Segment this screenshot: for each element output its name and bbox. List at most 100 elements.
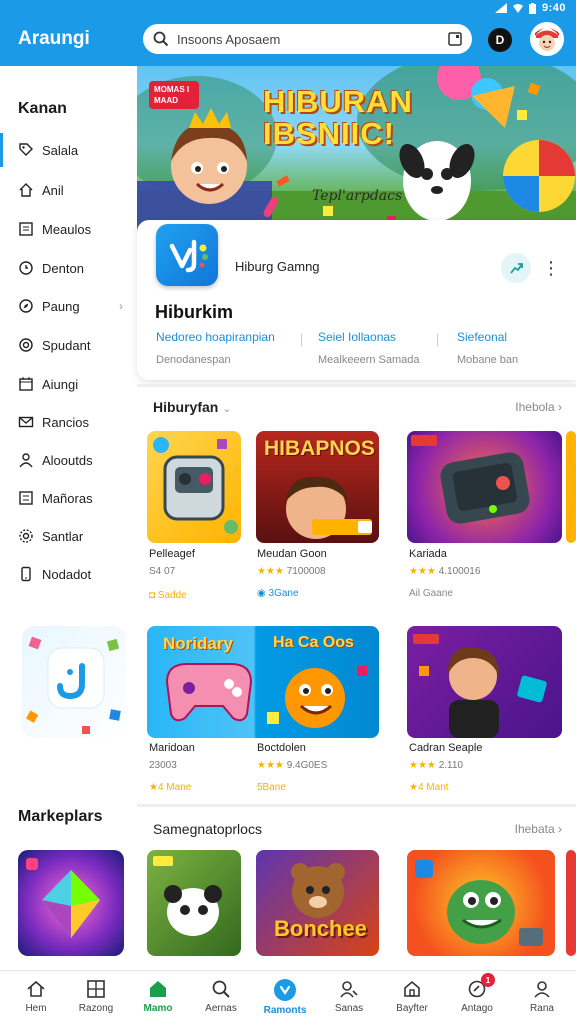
sidebar-item-anil[interactable]: Anil xyxy=(0,173,137,207)
nav-item-sanas[interactable]: Sanas xyxy=(317,971,381,1024)
rating-count: 7100008 xyxy=(286,566,326,577)
sidebar-item-label: Aiungi xyxy=(42,376,79,392)
section-title-text: Hiburyfan xyxy=(153,399,219,415)
banner-title-line1: HIBURAN xyxy=(263,84,413,119)
nav-label: Aernas xyxy=(205,1003,237,1014)
game-tile-controller[interactable] xyxy=(147,431,241,543)
card-column-3[interactable]: Siefeonal Mobane ban xyxy=(457,330,518,366)
badge-text: 3Gane xyxy=(268,588,299,599)
section-title[interactable]: Hiburyfan ⌄ xyxy=(153,399,231,415)
nav-item-bayfter[interactable]: Bayfter xyxy=(380,971,444,1024)
sidebar-item-spudant[interactable]: Spudant xyxy=(0,328,137,362)
more-options-icon[interactable]: ⋮ xyxy=(541,255,561,281)
card-column-2[interactable]: Seiel Iollaonas Mealkeeern Samada xyxy=(318,330,420,366)
notification-badge: 1 xyxy=(481,973,495,987)
game-tile-pair[interactable]: Noridary Ha Ca Oos xyxy=(147,626,379,738)
wifi-icon xyxy=(512,4,523,13)
chevron-right-icon: › xyxy=(558,400,562,414)
game-title[interactable]: Pelleagef xyxy=(149,548,195,560)
user-icon xyxy=(18,452,34,468)
sidebar-item-aiungi[interactable]: Aiungi xyxy=(0,367,137,401)
sidebar-item-rancios[interactable]: Rancios xyxy=(0,405,137,439)
sidebar-item-meaulos[interactable]: Meaulos xyxy=(0,212,137,246)
sidebar-header: Kanan xyxy=(18,100,67,117)
banner-title-line2: IBSNIIC! xyxy=(263,116,395,151)
game-meta: ★★★ 2.110 xyxy=(409,760,463,771)
card-column-1[interactable]: Nedoreo hoapiranpian Denodanespan xyxy=(156,330,275,366)
nav-label: Mamo xyxy=(143,1003,173,1014)
game-tile-partial[interactable] xyxy=(566,431,576,543)
list-icon xyxy=(18,221,34,237)
nav-item-antago[interactable]: 1 Antago xyxy=(445,971,509,1024)
sidebar-item-label: Nodadot xyxy=(42,566,92,582)
sidebar-item-nodadot[interactable]: Nodadot xyxy=(0,557,137,591)
game-tile-dino[interactable] xyxy=(407,850,555,956)
card-link[interactable]: Nedoreo hoapiranpian xyxy=(156,330,275,344)
sidebar-item-denton[interactable]: Denton xyxy=(0,251,137,285)
settings-icon xyxy=(18,528,34,544)
game-tile-hibapnos[interactable]: HIBAPNOS xyxy=(256,431,379,543)
sidebar-item-santlar[interactable]: Santlar xyxy=(0,519,137,553)
avatar[interactable] xyxy=(530,22,564,56)
game-tile-console[interactable] xyxy=(407,431,562,543)
see-more-link[interactable]: Ihebata › xyxy=(515,822,562,836)
tag-icon xyxy=(18,142,34,158)
app-icon[interactable] xyxy=(156,224,218,286)
coin-icon: ◘ xyxy=(149,590,158,601)
section-divider xyxy=(137,384,576,387)
see-more-link[interactable]: Ihebola › xyxy=(515,400,562,414)
sidebar-item-paung[interactable]: Paung › xyxy=(0,289,137,323)
rating-stars: ★★★ xyxy=(409,566,436,577)
dino-art-icon xyxy=(415,860,543,946)
sidebar-item-label: Denton xyxy=(42,260,84,276)
game-title[interactable]: Maridoan xyxy=(149,742,195,754)
card-link[interactable]: Siefeonal xyxy=(457,330,518,344)
promo-card[interactable] xyxy=(22,626,126,738)
compass-icon xyxy=(18,298,34,314)
nav-item-aernas[interactable]: Aernas xyxy=(189,971,253,1024)
sidebar-item-manoras[interactable]: Mañoras xyxy=(0,481,137,515)
card-sub: Mealkeeern Samada xyxy=(318,354,420,366)
game-title[interactable]: Cadran Seaple xyxy=(409,742,482,754)
rating-count: 2.110 xyxy=(438,760,463,771)
nav-item-ramonts[interactable]: Ramonts xyxy=(253,971,317,1024)
game-title[interactable]: Boctdolen xyxy=(257,742,306,754)
game-title[interactable]: Kariada xyxy=(409,548,447,560)
sidebar-item-alooutds[interactable]: Alooutds xyxy=(0,443,137,477)
mail-icon xyxy=(18,414,34,430)
search-bar[interactable] xyxy=(143,24,472,54)
game-meta: ★★★ 9.4G0ES xyxy=(257,760,327,771)
rating-stars: ★★★ xyxy=(257,760,284,771)
game-badge: ★4 Mane xyxy=(149,782,192,793)
qr-scan-icon[interactable] xyxy=(448,32,462,46)
rating-count: 9.4G0ES xyxy=(286,760,328,771)
banner-title: HIBURAN IBSNIIC! xyxy=(263,86,413,150)
calendar-icon xyxy=(18,376,34,392)
hero-banner[interactable]: MOMAS I MAAD HIBURAN IBSNIIC! Tepl'arpda… xyxy=(137,66,576,242)
game-badge: ◘ Sadde xyxy=(149,590,187,601)
card-link[interactable]: Seiel Iollaonas xyxy=(318,330,420,344)
downloads-button[interactable]: D xyxy=(488,28,512,52)
nav-item-mamo[interactable]: Mamo xyxy=(126,971,190,1024)
nav-item-hem[interactable]: Hem xyxy=(4,971,68,1024)
game-badge: Ail Gaane xyxy=(409,588,453,599)
sidebar-item-salala[interactable]: Salala xyxy=(0,133,137,167)
game-tile-kid[interactable] xyxy=(407,626,562,738)
sidebar-item-label: Alooutds xyxy=(42,452,93,468)
section-title[interactable]: Samegnatoprlocs xyxy=(153,821,262,837)
game-tile-bonchee[interactable]: Bonchee xyxy=(256,850,379,956)
game-tile-partial[interactable] xyxy=(566,850,576,956)
status-bar: 9:40 xyxy=(494,1,566,15)
game-tile-panda[interactable] xyxy=(147,850,241,956)
nav-item-rana[interactable]: Rana xyxy=(510,971,574,1024)
search-input[interactable] xyxy=(177,31,448,47)
divider xyxy=(437,334,438,346)
promo-logo-icon xyxy=(26,636,121,734)
home-icon xyxy=(18,182,34,198)
share-button[interactable] xyxy=(501,253,531,283)
game-title[interactable]: Meudan Goon xyxy=(257,548,327,560)
nav-item-razong[interactable]: Razong xyxy=(64,971,128,1024)
app-info-card: Hiburg Gamng ⋮ Hiburkim Nedoreo hoapiran… xyxy=(137,220,576,380)
marketplace-game-thumb[interactable] xyxy=(18,850,124,956)
apps-icon xyxy=(274,979,296,1001)
